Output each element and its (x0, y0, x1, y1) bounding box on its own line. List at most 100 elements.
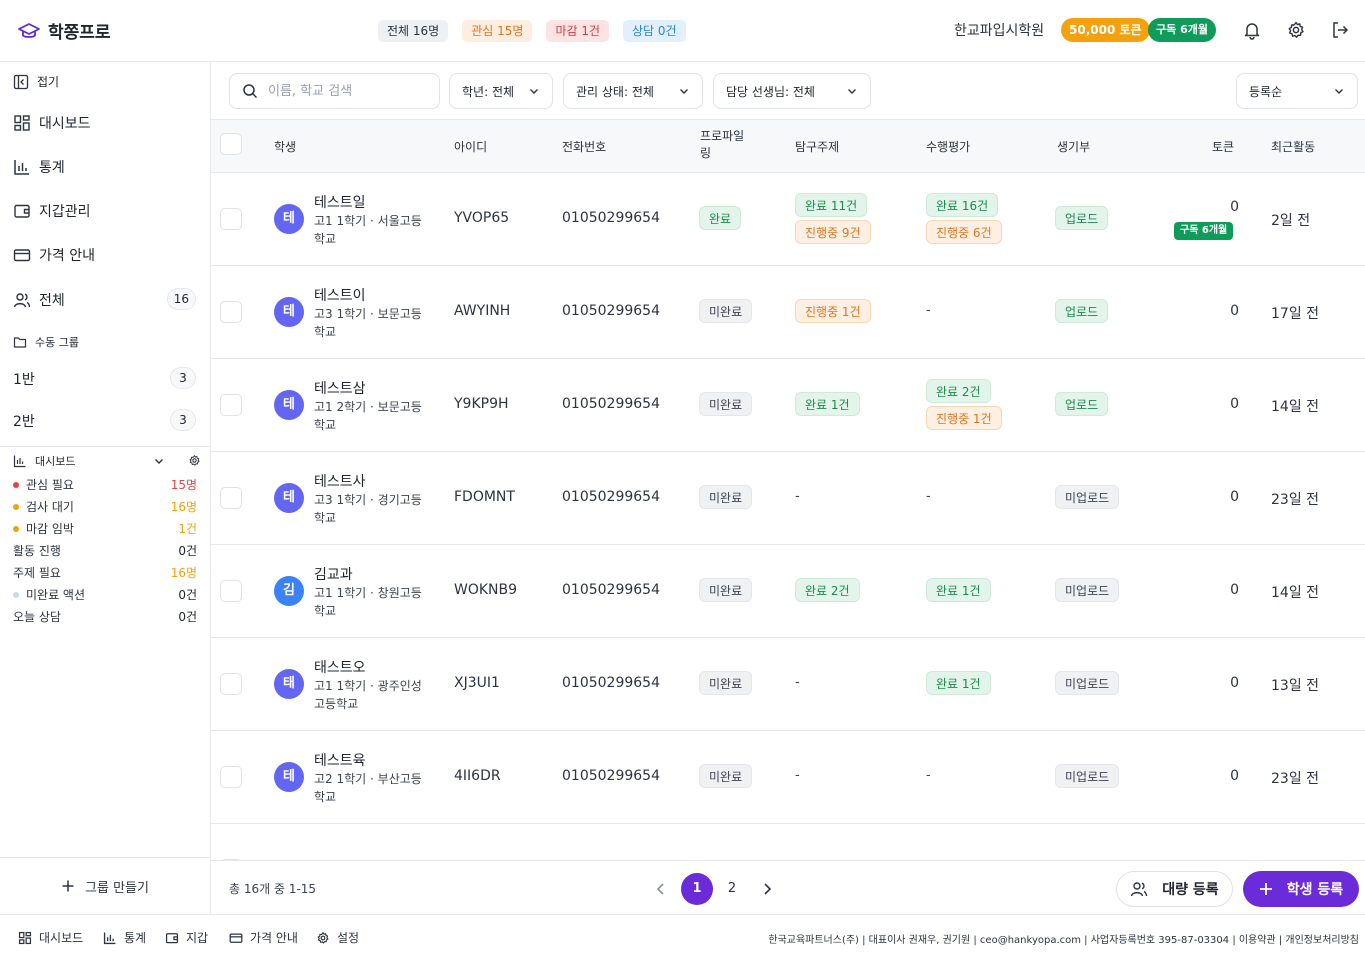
table-row[interactable]: 김김제이에스 (211, 824, 1365, 860)
gear-icon[interactable] (1286, 20, 1306, 40)
evaluation-tag[interactable]: 완료 1건 (926, 671, 991, 695)
chevron-down-icon[interactable] (153, 455, 165, 467)
record-status-tag[interactable]: 업로드 (1055, 299, 1109, 323)
col-profiling[interactable]: 프로파일링 (700, 128, 752, 162)
dashboard-stat-row[interactable]: 검사 대기 16명 (13, 498, 197, 515)
evaluation-tag[interactable]: 완료 1건 (926, 578, 991, 602)
bell-icon[interactable] (1242, 20, 1262, 40)
col-tokens[interactable]: 토큰 (1212, 138, 1234, 155)
dashboard-summary-header[interactable]: 대시보드 (13, 453, 75, 469)
footer-link-settings[interactable]: 설정 (316, 929, 359, 946)
gear-icon[interactable] (188, 454, 201, 467)
student-name[interactable]: 테스트삼 (314, 378, 366, 398)
row-checkbox[interactable] (220, 394, 242, 416)
table-row[interactable]: 김 김교과 고1 1학기 · 창원고등학교 WOKNB9 01050299654 미완료 완… (211, 545, 1365, 638)
record-status-tag[interactable]: 업로드 (1055, 206, 1109, 230)
topic-tag[interactable]: 완료 11건 (795, 193, 868, 217)
col-recent[interactable]: 최근활동 (1271, 138, 1315, 155)
page-2-button[interactable]: 2 (716, 873, 748, 905)
table-row[interactable]: 태 태스트오 고1 1학기 · 광주인성고등학교 XJ3UI1 01050299654 미… (211, 638, 1365, 731)
record-status-tag[interactable]: 미업로드 (1055, 578, 1120, 602)
search-input[interactable] (268, 83, 418, 99)
footer-link-dashboard[interactable]: 대시보드 (18, 929, 83, 946)
teacher-filter-dropdown[interactable]: 담당 선생님: 전체 (713, 73, 871, 109)
record-status-tag[interactable]: 미업로드 (1055, 671, 1120, 695)
col-student[interactable]: 학생 (274, 138, 296, 155)
footer-link-wallet[interactable]: 지갑 (165, 929, 208, 946)
row-checkbox[interactable] (220, 487, 242, 509)
col-record[interactable]: 생기부 (1057, 138, 1090, 155)
row-checkbox[interactable] (220, 301, 242, 323)
col-id[interactable]: 아이디 (454, 138, 487, 155)
dashboard-stat-row[interactable]: 주제 필요 16명 (13, 564, 197, 581)
student-name[interactable]: 테스트사 (314, 471, 366, 491)
row-checkbox[interactable] (220, 208, 242, 230)
col-phone[interactable]: 전화번호 (562, 138, 606, 155)
profiling-status-tag[interactable]: 미완료 (699, 671, 753, 695)
bulk-register-button[interactable]: 대량 등록 (1116, 871, 1233, 907)
col-topics[interactable]: 탐구주제 (795, 138, 839, 155)
evaluation-tag[interactable]: 완료 16건 (926, 193, 999, 217)
profiling-status-tag[interactable]: 미완료 (699, 578, 753, 602)
dashboard-stat-row[interactable]: 활동 진행 0건 (13, 542, 197, 559)
select-all-checkbox[interactable] (220, 133, 242, 155)
evaluation-tag[interactable]: 진행중 1건 (926, 406, 1002, 430)
evaluation-tag[interactable]: 완료 2건 (926, 379, 991, 403)
evaluation-tag[interactable]: 진행중 6건 (926, 220, 1002, 244)
profiling-status-tag[interactable]: 미완료 (699, 392, 753, 416)
student-name[interactable]: 김교과 (314, 564, 353, 584)
record-status-tag[interactable]: 미업로드 (1055, 485, 1120, 509)
profiling-status-tag[interactable]: 미완료 (699, 299, 753, 323)
status-filter-dropdown[interactable]: 관리 상태: 전체 (563, 73, 703, 109)
chip-consult[interactable]: 상담 0건 (623, 20, 686, 42)
footer-link-pricing[interactable]: 가격 안내 (229, 929, 298, 946)
token-balance-badge[interactable]: 50,000 토큰 (1061, 18, 1150, 42)
row-checkbox[interactable] (220, 580, 242, 602)
topic-tag[interactable]: 진행중 1건 (795, 299, 871, 323)
chip-deadline[interactable]: 마감 1건 (546, 20, 610, 42)
dashboard-stat-row[interactable]: 마감 임박 1건 (13, 520, 197, 537)
profiling-status-tag[interactable]: 미완료 (699, 485, 753, 509)
topic-tag[interactable]: 진행중 9건 (795, 220, 871, 244)
table-row[interactable]: 테 테스트일 고1 1학기 · 서울고등학교 YVOP65 01050299654 완료 완… (211, 173, 1365, 266)
sidebar-collapse-button[interactable]: 접기 (13, 73, 59, 90)
subscription-badge[interactable]: 구독 6개월 (1148, 18, 1216, 42)
dashboard-stat-row[interactable]: 오늘 상담 0건 (13, 608, 197, 625)
profiling-status-tag[interactable]: 완료 (699, 206, 742, 230)
student-name[interactable]: 테스트일 (314, 192, 366, 212)
sidebar-item-wallet[interactable]: 지갑관리 (13, 201, 91, 221)
table-row[interactable]: 테 테스트삼 고1 2학기 · 보문고등학교 Y9KP9H 01050299654 미완료… (211, 359, 1365, 452)
row-checkbox[interactable] (220, 766, 242, 788)
dashboard-stat-row[interactable]: 미완료 액션 0건 (13, 586, 197, 603)
record-status-tag[interactable]: 업로드 (1055, 392, 1109, 416)
table-row[interactable]: 테 테스트사 고3 1학기 · 경기고등학교 FDOMNT 01050299654 미완료… (211, 452, 1365, 545)
add-student-button[interactable]: 학생 등록 (1243, 871, 1359, 907)
col-evaluations[interactable]: 수행평가 (926, 138, 970, 155)
topic-tag[interactable]: 완료 1건 (795, 392, 860, 416)
page-1-button[interactable]: 1 (681, 873, 713, 905)
logout-icon[interactable] (1330, 20, 1350, 40)
record-status-tag[interactable]: 미업로드 (1055, 764, 1120, 788)
topic-tag[interactable]: 완료 2건 (795, 578, 860, 602)
chip-interest[interactable]: 관심 15명 (462, 20, 533, 42)
table-row[interactable]: 테 테스트육 고2 1학기 · 부산고등학교 4II6DR 01050299654 미완료… (211, 731, 1365, 824)
grade-filter-dropdown[interactable]: 학년: 전체 (449, 73, 553, 109)
prev-page-button[interactable] (645, 873, 677, 905)
sidebar-item-stats[interactable]: 통계 (13, 157, 65, 177)
sidebar-item-pricing[interactable]: 가격 안내 (13, 245, 95, 265)
next-page-button[interactable] (751, 873, 783, 905)
group-2-label[interactable]: 2반 (13, 411, 35, 431)
row-checkbox[interactable] (220, 673, 242, 695)
search-box[interactable] (229, 73, 440, 109)
group-1-label[interactable]: 1반 (13, 369, 35, 389)
make-group-button[interactable]: 그룹 만들기 (0, 857, 210, 914)
sidebar-item-all[interactable]: 전체 (13, 290, 65, 310)
sort-dropdown[interactable]: 등록순 (1236, 73, 1358, 109)
footer-link-stats[interactable]: 통계 (103, 929, 146, 946)
student-name[interactable]: 테스트육 (314, 750, 366, 770)
dashboard-stat-row[interactable]: 관심 필요 15명 (13, 476, 197, 493)
chip-total[interactable]: 전체 16명 (378, 20, 449, 42)
profiling-status-tag[interactable]: 미완료 (699, 764, 753, 788)
table-row[interactable]: 테 테스트이 고3 1학기 · 보문고등학교 AWYINH 01050299654 미완료… (211, 266, 1365, 359)
sidebar-item-dashboard[interactable]: 대시보드 (13, 113, 91, 133)
